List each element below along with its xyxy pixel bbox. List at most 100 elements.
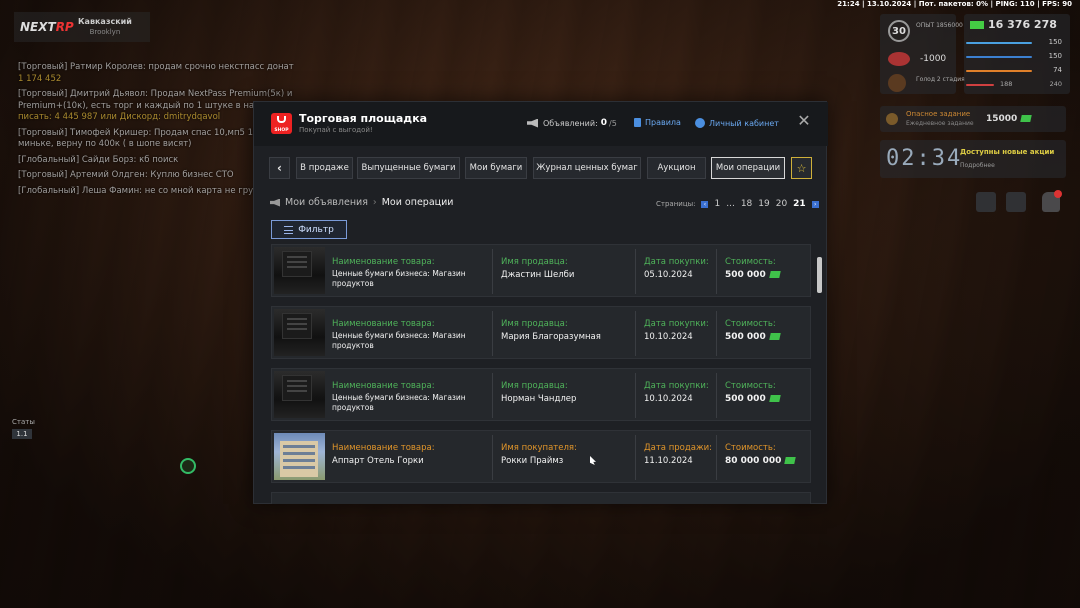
stat-value: 150 xyxy=(1048,38,1062,46)
cell-label: Наименование товара: xyxy=(332,381,435,391)
promo-timer[interactable]: 02:34 Доступны новые акции Подробнее xyxy=(880,140,1066,178)
cell-label: Дата продажи: xyxy=(644,443,712,453)
cash-icon xyxy=(784,457,797,464)
favorites-star-icon[interactable]: ☆ xyxy=(791,157,812,179)
left-stat: Статы 1.1 xyxy=(12,418,35,439)
list-item[interactable]: Наименование товара: Ценные бумаги бизнес… xyxy=(271,368,811,421)
cell-value: 10.10.2024 xyxy=(644,394,693,404)
pages-label: Страницы: xyxy=(656,200,696,208)
cell-label: Наименование товара: xyxy=(332,319,435,329)
filter-button[interactable]: Фильтр xyxy=(271,220,347,239)
server-name: Кавказский Brooklyn xyxy=(78,17,132,36)
tab-4[interactable]: Журнал ценных бумаг xyxy=(533,157,641,179)
tab-5[interactable]: Аукцион xyxy=(647,157,706,179)
item-thumbnail xyxy=(274,247,325,294)
pagination: Страницы: ‹ 1... 18 19 20 21 › xyxy=(656,199,822,209)
level-badge: 30 xyxy=(888,20,910,42)
timer-digits: 02:34 xyxy=(886,146,963,171)
level-caption: ОПЫТ 1856000 xyxy=(916,22,963,29)
breadcrumb: Мои объявления › Мои операции xyxy=(270,197,453,208)
inventory-icon[interactable] xyxy=(1006,192,1026,212)
cell-label: Дата покупки: xyxy=(644,319,709,329)
filter-icon xyxy=(284,225,294,234)
task-title: Опасное задание xyxy=(906,110,971,118)
menu-grid-icon[interactable] xyxy=(976,192,996,212)
task-reward: 15000 xyxy=(986,114,1033,124)
list-item[interactable]: Наименование товара: Аппарт Отель Горки Им… xyxy=(271,430,811,483)
document-icon xyxy=(634,118,641,127)
hunger-icon xyxy=(888,74,906,92)
page-number[interactable]: 18 xyxy=(741,199,752,209)
stat-row: 74 xyxy=(966,66,1066,76)
breadcrumb-separator: › xyxy=(372,197,377,208)
page-number: ... xyxy=(726,199,735,209)
cash-icon xyxy=(768,333,781,340)
cell-value: 500 000 xyxy=(725,270,781,280)
user-icon xyxy=(695,118,705,128)
page-number[interactable]: 1 xyxy=(714,199,720,209)
server-logo: NEXTRP Кавказский Brooklyn xyxy=(14,12,150,42)
personal-cabinet-link[interactable]: Личный кабинет xyxy=(695,118,779,128)
promo-details-link[interactable]: Подробнее xyxy=(960,162,995,169)
cell-value: 80 000 000 xyxy=(725,456,797,466)
rules-link[interactable]: Правила xyxy=(634,118,681,127)
marketplace-subtitle: Покупай с выгодой! xyxy=(299,126,373,134)
daily-task[interactable]: Опасное задание Ежедневное задание 15000 xyxy=(880,106,1066,132)
next-page-icon[interactable]: › xyxy=(811,200,819,208)
stat-bar xyxy=(966,42,1032,44)
marketplace-header: SHOP Торговая площадка Покупай с выгодой… xyxy=(254,102,828,146)
status-bar: 21:24 | 13.10.2024 | Пот. пакетов: 0% | … xyxy=(837,0,1072,8)
ads-counter: Объявлений: 0/5 xyxy=(527,118,617,128)
tab-6[interactable]: Мои операции xyxy=(711,157,785,179)
cell-label: Наименование товара: xyxy=(332,257,435,267)
promo-title: Доступны новые акции xyxy=(960,148,1055,156)
stat-bar xyxy=(966,70,1032,72)
marketplace-window: SHOP Торговая площадка Покупай с выгодой… xyxy=(253,101,828,504)
megaphone-icon xyxy=(527,118,538,128)
money-display: 16 376 278 xyxy=(970,18,1057,31)
tab-1[interactable]: В продаже xyxy=(296,157,353,179)
cell-value: Аппарт Отель Горки xyxy=(332,456,424,466)
breadcrumb-current: Мои операции xyxy=(381,197,454,208)
stat-bar xyxy=(966,84,994,86)
ammo-value: 188 xyxy=(1000,80,1013,88)
item-thumbnail xyxy=(274,309,325,356)
close-icon[interactable]: ✕ xyxy=(796,113,812,129)
cell-value: Ценные бумаги бизнеса: Магазин продуктов xyxy=(332,393,466,412)
cell-value: 500 000 xyxy=(725,394,781,404)
cell-value: Ценные бумаги бизнеса: Магазин продуктов xyxy=(332,269,466,288)
cell-value: Норман Чандлер xyxy=(501,394,577,404)
tab-3[interactable]: Мои бумаги xyxy=(465,157,527,179)
cell-label: Стоимость: xyxy=(725,319,776,329)
back-button[interactable]: ‹ xyxy=(269,157,290,179)
task-icon xyxy=(886,113,898,125)
cash-icon xyxy=(768,271,781,278)
armor-value: 240 xyxy=(1049,80,1062,88)
scrollbar[interactable] xyxy=(817,257,822,293)
tab-2[interactable]: Выпущенные бумаги xyxy=(357,157,460,179)
notification-badge xyxy=(1054,190,1062,198)
page-number[interactable]: 20 xyxy=(776,199,787,209)
list-item[interactable]: Наименование товара: Ценные бумаги бизнес… xyxy=(271,306,811,359)
stat-value: 74 xyxy=(1053,66,1062,74)
cell-value: 11.10.2024 xyxy=(644,456,693,466)
page-number[interactable]: 21 xyxy=(793,199,806,209)
prev-page-icon[interactable]: ‹ xyxy=(701,200,709,208)
page-number[interactable]: 19 xyxy=(758,199,769,209)
list-item[interactable]: Наименование товара: Ценные бумаги бизнес… xyxy=(271,244,811,297)
stat-row: 150 xyxy=(966,38,1066,48)
stat-bar xyxy=(966,56,1032,58)
cell-label: Стоимость: xyxy=(725,443,776,453)
cash-icon xyxy=(1020,115,1033,122)
cell-value: Джастин Шелби xyxy=(501,270,575,280)
breadcrumb-parent[interactable]: Мои объявления xyxy=(285,197,368,208)
cell-label: Дата покупки: xyxy=(644,381,709,391)
stat-row: 150 xyxy=(966,52,1066,62)
balance-change: -1000 xyxy=(920,54,947,64)
cell-value: Ценные бумаги бизнеса: Магазин продуктов xyxy=(332,331,466,350)
cell-label: Стоимость: xyxy=(725,257,776,267)
marketplace-title: Торговая площадка xyxy=(299,112,428,125)
cell-value: 500 000 xyxy=(725,332,781,342)
cell-label: Имя покупателя: xyxy=(501,443,577,453)
cell-label: Имя продавца: xyxy=(501,257,568,267)
